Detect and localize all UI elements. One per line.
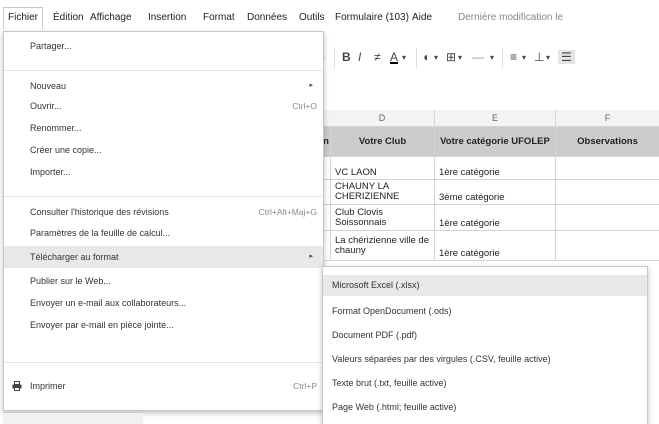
table-cell[interactable]: 3ème catégorie	[435, 180, 556, 205]
bold-button[interactable]: B	[342, 50, 351, 64]
toolbar-divider	[502, 48, 503, 68]
text-color-button[interactable]: A	[390, 50, 398, 64]
table-cell[interactable]: 1ère catégorie	[435, 157, 556, 180]
menu-item-label: Créer une copie...	[30, 145, 102, 155]
submenu-item-label: Texte brut (.txt, feuille active)	[332, 378, 447, 388]
column-header-d[interactable]: D	[330, 110, 435, 127]
menu-item-label: Publier sur le Web...	[30, 276, 111, 286]
submenu-item-ods[interactable]: Format OpenDocument (.ods)	[323, 301, 647, 322]
menu-item-historique[interactable]: Consulter l'historique des révisions Ctr…	[4, 202, 323, 222]
submenu-item-label: Valeurs séparées par des virgules (.CSV,…	[332, 354, 551, 364]
menu-item-label: Paramètres de la feuille de calcul...	[30, 228, 171, 238]
menu-fichier[interactable]: Fichier	[3, 7, 44, 29]
menu-outils[interactable]: Outils	[299, 12, 325, 23]
menu-item-label: Renommer...	[30, 123, 82, 133]
menu-item-shortcut: Ctrl+O	[292, 101, 317, 111]
menu-donnees[interactable]: Données	[247, 12, 287, 23]
chevron-down-icon[interactable]: ▾	[434, 53, 438, 62]
table-cell[interactable]: 1ère catégorie	[435, 205, 556, 231]
chevron-down-icon[interactable]: ▾	[402, 53, 406, 62]
submenu-item-label: Page Web (.html; feuille active)	[332, 402, 457, 412]
borders-button[interactable]: ⊞	[446, 50, 456, 64]
table-cell[interactable]: Club Clovis Soissonnais	[331, 205, 435, 231]
strikethrough-button[interactable]: ≠	[374, 50, 381, 64]
menu-divider	[4, 70, 323, 71]
menu-affichage[interactable]: Affichage	[90, 12, 132, 23]
menu-item-label: Imprimer	[30, 381, 66, 391]
toolbar-divider	[334, 48, 335, 68]
column-header-e[interactable]: E	[435, 110, 556, 127]
italic-button[interactable]: I	[358, 50, 361, 64]
menu-formulaire[interactable]: Formulaire (103)	[335, 12, 409, 23]
submenu-item-xlsx[interactable]: Microsoft Excel (.xlsx)	[323, 275, 647, 296]
menu-format[interactable]: Format	[203, 12, 235, 23]
column-header-f[interactable]: F	[556, 110, 659, 127]
menu-item-shortcut: Ctrl+Alt+Maj+G	[258, 207, 317, 217]
toolbar-divider	[416, 48, 417, 68]
menu-item-label: Partager...	[30, 41, 72, 51]
submenu-item-csv[interactable]: Valeurs séparées par des virgules (.CSV,…	[323, 349, 647, 370]
align-button[interactable]: ≡	[510, 50, 517, 64]
menu-item-nouveau[interactable]: Nouveau ▸	[4, 76, 323, 96]
menu-bar: Fichier Édition Affichage Insertion Form…	[0, 0, 659, 34]
table-cell[interactable]: 1ère catégorie	[435, 231, 556, 261]
menu-item-creer-copie[interactable]: Créer une copie...	[4, 140, 323, 160]
menu-aide[interactable]: Aide	[412, 12, 432, 23]
menu-item-ouvrir[interactable]: Ouvrir... Ctrl+O	[4, 96, 323, 116]
chevron-down-icon[interactable]: ▾	[490, 53, 494, 62]
menu-item-publier[interactable]: Publier sur le Web...	[4, 271, 323, 291]
menu-item-label: Ouvrir...	[30, 101, 62, 111]
submenu-arrow-icon: ▸	[309, 253, 313, 260]
menu-item-label: Télécharger au format	[30, 252, 119, 262]
menu-item-label: Nouveau	[30, 81, 67, 91]
menu-item-partager[interactable]: Partager...	[4, 36, 323, 56]
menu-item-label: Envoyer par e-mail en pièce jointe...	[30, 320, 174, 330]
wrap-text-button[interactable]: ☰	[558, 50, 575, 64]
menu-item-renommer[interactable]: Renommer...	[4, 118, 323, 138]
header-cell-club[interactable]: Votre Club	[331, 127, 435, 157]
download-format-submenu: Microsoft Excel (.xlsx) Format OpenDocum…	[322, 266, 648, 424]
table-cell[interactable]	[556, 157, 659, 180]
menu-item-telecharger[interactable]: Télécharger au format ▸	[4, 246, 323, 268]
merge-cells-button[interactable]: —	[472, 50, 484, 64]
vertical-align-button[interactable]: ⊥	[534, 50, 544, 64]
menu-divider	[4, 196, 323, 197]
menu-item-shortcut: Ctrl+P	[293, 381, 317, 391]
last-edit-link[interactable]: Dernière modification le	[458, 12, 563, 23]
menu-item-parametres[interactable]: Paramètres de la feuille de calcul...	[4, 223, 323, 243]
submenu-item-label: Microsoft Excel (.xlsx)	[332, 280, 420, 290]
chevron-down-icon[interactable]: ▾	[546, 53, 550, 62]
sheet-tab-bar[interactable]	[3, 412, 143, 424]
header-cell-observations[interactable]: Observations	[556, 127, 659, 157]
submenu-arrow-icon: ▸	[309, 82, 313, 89]
menu-item-imprimer[interactable]: Imprimer Ctrl+P	[4, 376, 323, 396]
menu-insertion[interactable]: Insertion	[148, 12, 186, 23]
table-cell[interactable]	[556, 180, 659, 205]
menu-item-email-collaborateurs[interactable]: Envoyer un e-mail aux collaborateurs...	[4, 293, 323, 313]
chevron-down-icon[interactable]: ▾	[522, 53, 526, 62]
menu-item-email-piece-jointe[interactable]: Envoyer par e-mail en pièce jointe...	[4, 315, 323, 335]
menu-item-label: Envoyer un e-mail aux collaborateurs...	[30, 298, 187, 308]
table-cell[interactable]: La chérizienne ville de chauny	[331, 231, 435, 261]
file-menu-dropdown: Partager... Nouveau ▸ Ouvrir... Ctrl+O R…	[3, 31, 324, 411]
printer-icon	[12, 381, 22, 391]
toolbar: - B I ≠ A ▾ ◖ ▾ ⊞ ▾ — ▾ ≡ ▾ ⊥ ▾ ☰	[322, 44, 659, 74]
submenu-item-pdf[interactable]: Document PDF (.pdf)	[323, 325, 647, 346]
menu-item-importer[interactable]: Importer...	[4, 162, 323, 182]
submenu-item-label: Document PDF (.pdf)	[332, 330, 418, 340]
submenu-item-label: Format OpenDocument (.ods)	[332, 306, 452, 316]
table-cell[interactable]: VC LAON	[331, 157, 435, 180]
menu-item-label: Importer...	[30, 167, 71, 177]
menu-edition[interactable]: Édition	[53, 12, 84, 23]
fill-color-button[interactable]: ◖	[422, 50, 429, 64]
menu-item-label: Consulter l'historique des révisions	[30, 207, 169, 217]
menu-divider	[4, 362, 323, 363]
chevron-down-icon[interactable]: ▾	[458, 53, 462, 62]
table-cell[interactable]	[556, 231, 659, 261]
header-cell-categorie[interactable]: Votre catégorie UFOLEP	[435, 127, 556, 157]
submenu-item-txt[interactable]: Texte brut (.txt, feuille active)	[323, 373, 647, 394]
table-cell[interactable]	[556, 205, 659, 231]
table-cell[interactable]: CHAUNY LA CHERIZIENNE	[331, 180, 435, 205]
submenu-item-html[interactable]: Page Web (.html; feuille active)	[323, 397, 647, 418]
